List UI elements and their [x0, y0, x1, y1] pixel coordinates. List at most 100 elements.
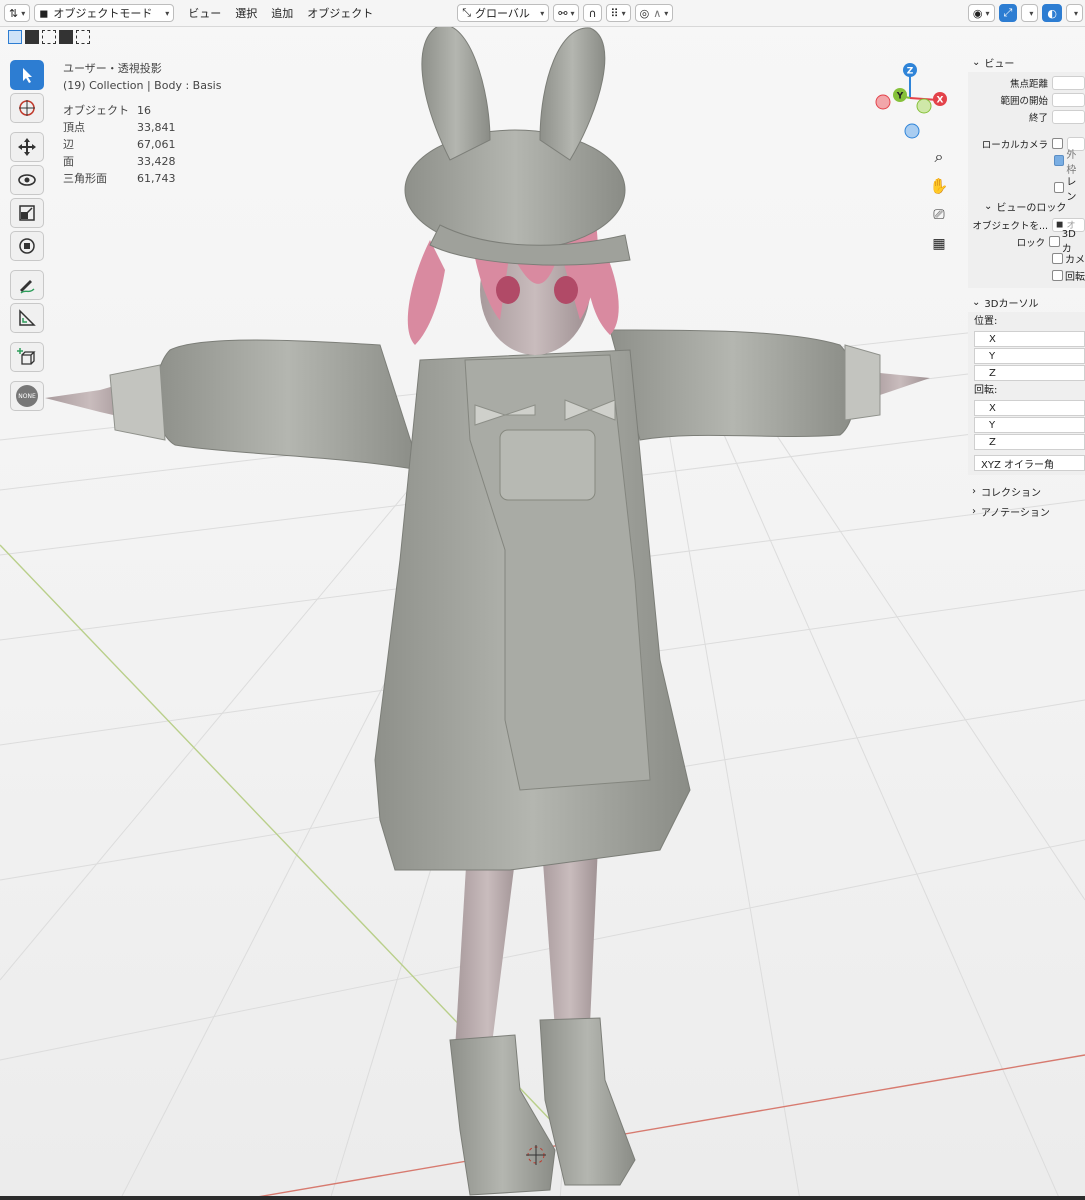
- local-camera-label: ローカルカメラ: [981, 139, 1048, 151]
- chevron-down-icon: ▾: [985, 8, 990, 18]
- pan-button[interactable]: ✋: [928, 175, 950, 197]
- chevron-down-icon: ▾: [1029, 8, 1034, 18]
- crosshair-icon: [19, 100, 35, 116]
- view-section-header[interactable]: ⌄ ビュー: [968, 52, 1085, 72]
- collection-section-header[interactable]: › コレクション: [968, 481, 1085, 501]
- character-model[interactable]: [40, 20, 940, 1200]
- location-label: 位置:: [974, 316, 998, 327]
- location-z-field[interactable]: Z: [974, 365, 1085, 381]
- view-name: ユーザー・透視投影: [63, 62, 162, 75]
- none-badge: NONE: [16, 385, 38, 407]
- clip-start-label: 範囲の開始: [1000, 95, 1048, 107]
- menu-object[interactable]: オブジェクト: [307, 5, 373, 21]
- stat-label: 頂点: [63, 121, 85, 134]
- clip-end-field[interactable]: [1052, 109, 1085, 124]
- cursor-section-header[interactable]: ⌄ 3Dカーソル: [968, 292, 1085, 312]
- local-camera-checkbox[interactable]: [1052, 138, 1063, 149]
- none-label: NONE: [18, 392, 36, 400]
- eye-icon: ◉: [972, 6, 983, 20]
- rotate-icon: [18, 174, 36, 186]
- proportional-edit-button[interactable]: ◎ ∧ ▾: [634, 4, 674, 22]
- pivot-point-button[interactable]: ⚯ ▾: [553, 4, 580, 22]
- select-extend-icon[interactable]: [25, 30, 39, 44]
- stat-label: 三角形面: [63, 172, 107, 185]
- render-region-checkbox[interactable]: [1054, 182, 1065, 193]
- add-cube-icon: [17, 348, 36, 365]
- snap-toggle[interactable]: ∩: [583, 4, 602, 22]
- chevron-down-icon: ▾: [621, 8, 626, 18]
- focal-length-field[interactable]: [1052, 75, 1085, 90]
- chevron-down-icon: ▾: [540, 8, 545, 18]
- rotation-mode-select[interactable]: XYZ オイラー角: [974, 455, 1085, 471]
- editor-type-button[interactable]: ⇅ ▾: [4, 4, 31, 22]
- cursor-arrow-icon: [23, 68, 32, 83]
- gizmo-toggle[interactable]: ⤢: [998, 4, 1018, 22]
- annotate-tool-button[interactable]: [10, 270, 44, 300]
- navigation-gizmo[interactable]: Z Y X: [868, 60, 952, 144]
- measure-tool-button[interactable]: [10, 303, 44, 333]
- select-tool-button[interactable]: [10, 60, 44, 90]
- overlay-menu[interactable]: ▾: [1065, 4, 1083, 22]
- lock-camera-checkbox[interactable]: [1052, 253, 1063, 264]
- outer-frame-checkbox[interactable]: [1054, 155, 1065, 166]
- rotation-y-field[interactable]: Y: [974, 417, 1085, 433]
- annotation-section-header[interactable]: › アノテーション: [968, 501, 1085, 521]
- link-icon: ⚯: [558, 6, 568, 20]
- stat-value: 33,428: [137, 155, 176, 168]
- none-tool-button[interactable]: NONE: [10, 381, 44, 411]
- lock-rotation-checkbox[interactable]: [1052, 270, 1063, 281]
- gizmo-icon: ⤢: [1003, 6, 1013, 19]
- select-invert-icon[interactable]: [59, 30, 73, 44]
- transform-orientation-select[interactable]: ⤡ グローバル ▾: [457, 4, 550, 22]
- pencil-icon: [20, 280, 35, 294]
- add-cube-tool-button[interactable]: [10, 342, 44, 372]
- snap-target-button[interactable]: ⠿ ▾: [605, 4, 631, 22]
- viewport-header: ⇅ ▾ ◼ オブジェクトモード ▾ ビュー 選択 追加 オブジェクト ⤡ グローバ…: [0, 0, 1085, 27]
- gizmo-neg-x: [875, 94, 891, 110]
- overlay-toggle[interactable]: ◐: [1042, 4, 1062, 22]
- gizmo-neg-z: [904, 123, 920, 139]
- scale-icon: [19, 205, 35, 221]
- visibility-button[interactable]: ◉ ▾: [967, 4, 995, 22]
- axis-y-label: Y: [989, 350, 996, 362]
- 3d-viewport[interactable]: ⇅ ▾ ◼ オブジェクトモード ▾ ビュー 選択 追加 オブジェクト ⤡ グローバ…: [0, 0, 1085, 1200]
- select-new-icon[interactable]: [8, 30, 22, 44]
- move-arrows-icon: [18, 138, 36, 156]
- rotation-z-field[interactable]: Z: [974, 434, 1085, 450]
- rotation-label: 回転:: [974, 385, 998, 396]
- navigation-buttons: ⌕ ✋ ⎚ ▦: [928, 146, 950, 262]
- location-x-field[interactable]: X: [974, 331, 1085, 347]
- menu-view[interactable]: ビュー: [188, 5, 221, 21]
- cursor-section: 位置: X Y Z 回転: X Y Z XYZ オイラー角: [968, 312, 1085, 475]
- scale-tool-button[interactable]: [10, 198, 44, 228]
- menu-add[interactable]: 追加: [271, 5, 293, 21]
- stat-label: 辺: [63, 138, 74, 151]
- rotate-tool-button[interactable]: [10, 165, 44, 195]
- clip-start-field[interactable]: [1052, 92, 1085, 107]
- chevron-down-icon: ⌄: [972, 56, 981, 68]
- ruler-icon: [19, 309, 36, 326]
- window-border: [0, 1196, 1085, 1200]
- orientation-icon: ⤡: [462, 6, 472, 19]
- menu-select[interactable]: 選択: [235, 5, 257, 21]
- location-y-field[interactable]: Y: [974, 348, 1085, 364]
- zoom-button[interactable]: ⌕: [928, 146, 950, 168]
- chevron-down-icon: ⌄: [984, 200, 993, 212]
- lock-3d-cursor-checkbox[interactable]: [1049, 236, 1060, 247]
- camera-view-button[interactable]: ⎚: [928, 204, 950, 226]
- select-subtract-icon[interactable]: [42, 30, 56, 44]
- gizmo-menu[interactable]: ▾: [1021, 4, 1039, 22]
- chevron-down-icon: ▾: [570, 8, 575, 18]
- ortho-toggle-button[interactable]: ▦: [928, 233, 950, 255]
- move-tool-button[interactable]: [10, 132, 44, 162]
- axis-y-label: Y: [989, 419, 996, 431]
- cursor-tool-button[interactable]: [10, 93, 44, 123]
- view3d-editor-icon: ⇅: [9, 6, 19, 20]
- focal-length-label: 焦点距離: [1009, 78, 1048, 90]
- rotation-x-field[interactable]: X: [974, 400, 1085, 416]
- transform-tool-button[interactable]: [10, 231, 44, 261]
- rotation-mode-label: XYZ オイラー角: [981, 459, 1054, 471]
- select-intersect-icon[interactable]: [76, 30, 90, 44]
- chevron-down-icon: ▾: [165, 8, 170, 18]
- mode-select[interactable]: ◼ オブジェクトモード ▾: [34, 4, 175, 22]
